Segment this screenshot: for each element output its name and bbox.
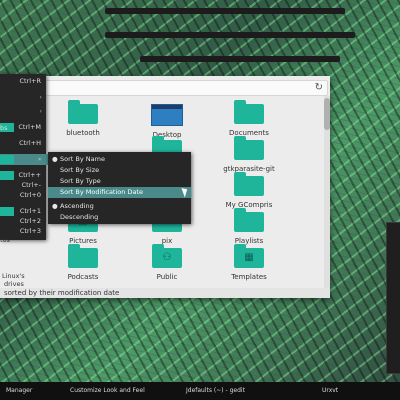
file-item-my-gcompris[interactable]: My GCompris <box>204 172 294 209</box>
radio-bullet-icon: ● <box>52 202 58 210</box>
partial-label-tos: tos <box>0 236 10 244</box>
scrollbar-thumb[interactable] <box>324 98 330 130</box>
desktop-topbar-3 <box>140 56 340 62</box>
view-menu: Ctrl+R › › Ctrl+M Ctrl+H › Ctrl++ Ctrl+- Ctrl+0 C… <box>0 74 48 240</box>
sort-menu-label: Sort By Type <box>60 177 101 185</box>
partial-label-bs: bs <box>0 124 8 132</box>
shortcut-label: Ctrl+M <box>18 123 41 131</box>
sort-menu-item-sort-by-name[interactable]: ● Sort By Name <box>48 154 191 165</box>
folder-icon <box>234 136 264 160</box>
file-item-gtkparasite-git[interactable]: gtkparasite-git <box>204 136 294 173</box>
file-label: Pictures <box>69 237 97 245</box>
status-bar: sorted by their modification date <box>0 288 330 298</box>
submenu-arrow-icon: › <box>39 93 42 101</box>
folder-emblem-icon: ⚇ <box>162 252 172 263</box>
sort-menu-item-sort-by-size[interactable]: Sort By Size <box>48 165 191 176</box>
shortcut-label: Ctrl+0 <box>19 191 41 199</box>
desktop-topbar-1 <box>105 8 345 14</box>
sort-menu-label: Ascending <box>60 202 94 210</box>
shortcut-label: Ctrl+R <box>19 77 41 85</box>
file-label: Playlists <box>234 237 264 245</box>
refresh-icon[interactable]: ↻ <box>315 81 323 95</box>
file-label: gtkparasite-git <box>223 165 275 173</box>
folder-icon <box>234 172 264 196</box>
scrollbar[interactable] <box>324 96 330 292</box>
folder-icon <box>234 100 264 124</box>
sort-menu-label: Descending <box>60 213 99 221</box>
file-item-bluetooth[interactable]: bluetooth <box>38 100 128 137</box>
view-menu-item[interactable]: Ctrl+R <box>0 76 46 87</box>
file-label: Documents <box>229 129 269 137</box>
file-item-templates[interactable]: ▦ Templates <box>204 244 294 281</box>
shortcut-label: Ctrl+3 <box>19 227 41 235</box>
folder-icon: ⚇ <box>152 244 182 268</box>
partial-label-drives: drives <box>4 280 24 288</box>
file-label: My GCompris <box>225 201 273 209</box>
sort-menu-item-sort-by-type[interactable]: Sort By Type <box>48 176 191 187</box>
file-label: Public <box>156 273 178 281</box>
file-label: bluetooth <box>66 129 100 137</box>
sort-submenu: ● Sort By Name Sort By Size Sort By Type Sor… <box>48 152 191 224</box>
radio-bullet-icon: ● <box>52 155 58 163</box>
sort-menu-label: Sort By Modification Date <box>60 188 143 196</box>
task-customize-look[interactable]: Customize Look and Feel <box>70 382 145 400</box>
taskbar: Manager Customize Look and Feel Jdefault… <box>0 382 400 400</box>
sort-menu-label: Sort By Size <box>60 166 100 174</box>
menu-item-icon <box>0 207 14 216</box>
side-panel <box>386 222 400 374</box>
file-item-podcasts[interactable]: Podcasts <box>38 244 128 281</box>
sort-menu-item-sort-by-modification-date[interactable]: Sort By Modification Date <box>48 187 191 198</box>
sort-menu-item-ascending[interactable]: ● Ascending <box>48 201 191 212</box>
folder-icon: ▦ <box>234 244 264 268</box>
file-label: pix <box>161 237 173 245</box>
view-menu-item[interactable]: Ctrl+0 <box>0 190 46 201</box>
file-label: Desktop <box>152 131 182 139</box>
folder-icon <box>234 208 264 232</box>
submenu-open-arrow-icon: › <box>38 155 41 163</box>
address-bar[interactable]: ↻ <box>22 80 328 96</box>
file-label: Podcasts <box>67 273 99 281</box>
sort-menu-label: Sort By Name <box>60 155 105 163</box>
file-item-playlists[interactable]: Playlists <box>204 208 294 245</box>
folder-emblem-icon: ▦ <box>244 252 254 263</box>
desktop-topbar-2 <box>105 32 355 38</box>
folder-icon <box>68 100 98 124</box>
menu-item-icon <box>0 155 14 164</box>
file-item-public[interactable]: ⚇ Public <box>122 244 212 281</box>
task-gedit[interactable]: Jdefaults (~) - gedit <box>186 382 245 400</box>
task-file-manager[interactable]: Manager <box>6 382 32 400</box>
view-menu-item[interactable]: › <box>0 106 46 117</box>
view-menu-item[interactable]: › <box>0 92 46 103</box>
submenu-arrow-icon: › <box>39 107 42 115</box>
desktop-folder-icon <box>151 104 183 126</box>
view-menu-item[interactable]: Ctrl+H <box>0 138 46 149</box>
file-item-desktop[interactable]: Desktop <box>122 104 212 139</box>
file-label: Templates <box>231 273 267 281</box>
task-urxvt[interactable]: Urxvt <box>322 382 338 400</box>
file-item-documents[interactable]: Documents <box>204 100 294 137</box>
folder-icon <box>68 244 98 268</box>
menu-item-icon <box>0 171 14 180</box>
partial-label-linux: Linux's <box>2 272 25 280</box>
shortcut-label: Ctrl+H <box>19 139 41 147</box>
sort-menu-item-descending[interactable]: Descending <box>48 212 191 223</box>
